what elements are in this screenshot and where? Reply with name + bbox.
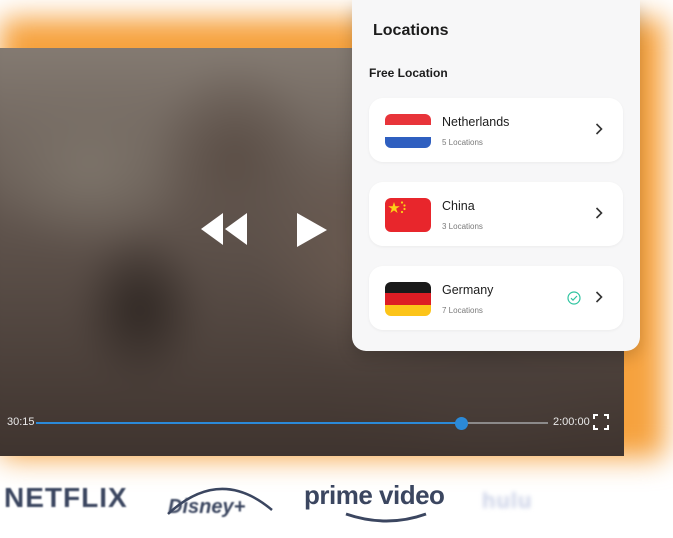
play-icon[interactable] — [295, 211, 329, 249]
chevron-right-icon[interactable] — [595, 291, 603, 303]
china-flag-icon — [385, 198, 431, 232]
locations-panel: Locations Free Location Netherlands 5 Lo… — [352, 0, 640, 351]
free-location-label: Free Location — [369, 66, 448, 80]
prime-video-logo: prime video — [304, 480, 445, 510]
disney-logo: Disney+ — [168, 496, 246, 518]
progress-track[interactable] — [36, 417, 548, 430]
netflix-logo: NETFLIX — [4, 482, 128, 513]
panel-title: Locations — [373, 22, 449, 39]
total-time: 2:00:00 — [553, 416, 590, 428]
chevron-right-icon[interactable] — [595, 123, 603, 135]
location-item-china[interactable]: China 3 Locations — [369, 182, 623, 246]
location-name: Germany — [442, 283, 494, 297]
hulu-logo: hulu — [482, 488, 533, 513]
netherlands-flag-icon — [385, 114, 431, 148]
selected-check-icon — [567, 291, 581, 305]
location-count: 3 Locations — [442, 222, 483, 231]
location-item-germany[interactable]: Germany 7 Locations — [369, 266, 623, 330]
chevron-right-icon[interactable] — [595, 207, 603, 219]
progress-knob[interactable] — [454, 417, 468, 430]
location-count: 7 Locations — [442, 306, 483, 315]
location-count: 5 Locations — [442, 138, 483, 147]
germany-flag-icon — [385, 282, 431, 316]
location-item-netherlands[interactable]: Netherlands 5 Locations — [369, 98, 623, 162]
current-time: 30:15 — [7, 416, 35, 428]
streaming-logos: NETFLIX Disney+ prime video hulu — [0, 470, 673, 538]
progress-fill — [36, 422, 461, 424]
fullscreen-icon[interactable] — [593, 414, 609, 430]
location-name: Netherlands — [442, 115, 510, 129]
location-name: China — [442, 199, 475, 213]
prime-smile-icon — [345, 512, 427, 523]
rewind-icon[interactable] — [201, 211, 247, 247]
